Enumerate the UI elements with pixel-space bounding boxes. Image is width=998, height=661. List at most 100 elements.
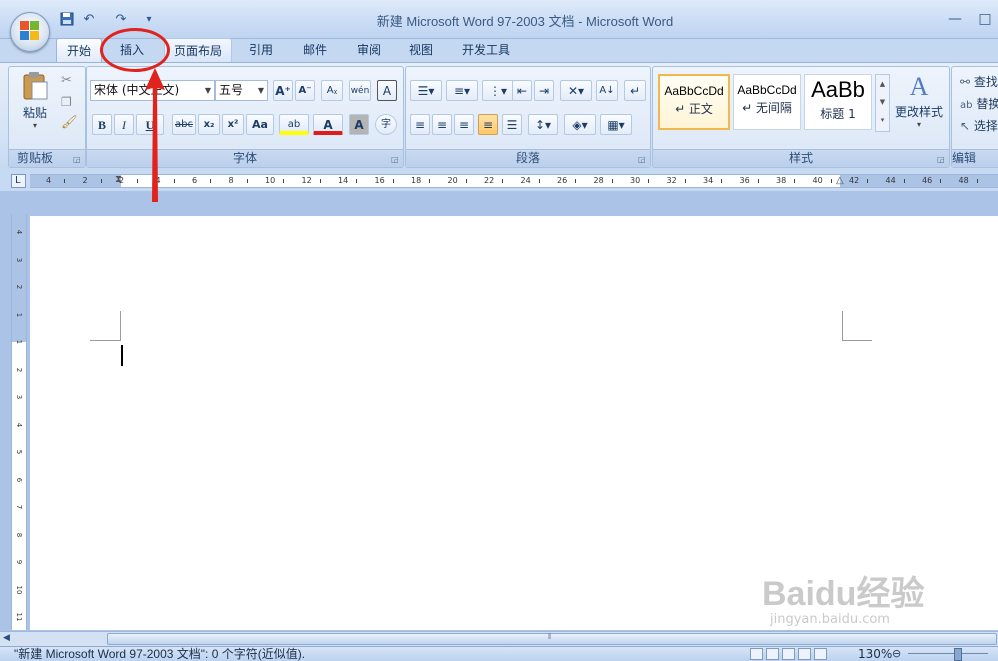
chinese-layout-icon[interactable]: ✕▾ [560,80,592,101]
scroll-thumb[interactable]: ⦀ [107,632,997,645]
style-sample: AaBbCcDd [737,83,797,97]
phonetic-guide-button[interactable]: wén [349,80,371,101]
ruler-label: 4 [46,176,52,185]
bold-button[interactable]: B [92,114,112,135]
multilevel-list-icon[interactable]: ⋮▾ [482,80,514,101]
ruler-tick [502,179,503,183]
superscript-button[interactable]: x² [222,114,244,135]
brush-icon[interactable]: 🖌 [61,115,78,130]
ruler-tick [392,179,394,183]
strikethrough-button[interactable]: abc [172,114,196,135]
vertical-ruler-label: 4 [15,229,23,235]
sort-icon[interactable]: A↓ [596,80,618,101]
align-right-icon[interactable]: ≡ [454,114,474,135]
ruler-tick [721,179,722,183]
clear-format-button[interactable]: Aᵪ [321,80,343,101]
grow-font-button[interactable]: A⁺ [273,80,293,101]
font-launcher-icon[interactable]: ◲ [391,155,400,164]
editing-group: ⚯ 查找 ab 替换 ↖ 选择 编辑 [951,66,998,168]
tab-mailings[interactable]: 邮件 [292,38,338,62]
char-shading-button[interactable]: A [349,114,369,135]
numbering-icon[interactable]: ≡▾ [446,80,478,101]
scroll-left-icon[interactable]: ◀ [3,633,10,643]
subscript-button[interactable]: x₂ [198,114,220,135]
outline-view-icon[interactable] [798,648,811,660]
font-size-combo[interactable]: 五号 ▼ [215,80,268,101]
tab-review[interactable]: 审阅 [346,38,392,62]
shrink-font-button[interactable]: A⁻ [295,80,315,101]
align-center-icon[interactable]: ≡ [432,114,452,135]
change-styles-button[interactable]: A 更改样式 ▾ [891,71,947,139]
zoom-out-icon[interactable]: ⊖ [892,647,901,661]
tab-page-layout[interactable]: 页面布局 [164,38,232,63]
full-screen-reading-icon[interactable] [766,648,779,660]
tab-stop-selector[interactable]: L [11,174,26,188]
right-indent-marker-icon[interactable]: △ [836,176,844,186]
horizontal-scrollbar[interactable]: ◀ ⦀ [0,631,998,647]
zoom-slider[interactable] [908,653,988,654]
select-button[interactable]: ↖ 选择 [960,117,998,134]
char-border-button[interactable]: A [377,80,397,101]
zoom-level[interactable]: 130% [858,647,892,661]
minimize-button[interactable]: — [945,12,965,28]
ruler-label: 16 [374,176,385,185]
vertical-ruler[interactable]: 4 3 2 1 1 2 3 4 5 6 7 8 9 10 11 [11,214,27,630]
zoom-slider-thumb[interactable] [954,648,962,661]
style-heading-1[interactable]: AaBb 标题 1 [804,74,872,130]
ruler-tick [319,179,321,183]
find-button[interactable]: ⚯ 查找 [960,73,998,90]
increase-indent-icon[interactable]: ⇥ [534,80,554,101]
highlight-button[interactable]: ab [279,114,309,135]
tab-references[interactable]: 引用 [238,38,284,62]
tab-developer[interactable]: 开发工具 [452,38,520,62]
cursor-icon: ↖ [960,119,971,133]
show-marks-icon[interactable]: ↵ [624,80,646,101]
clipboard-group: 粘贴 ▾ ✂ ❐ 🖌 剪贴板 ◲ [8,66,86,168]
shading-icon[interactable]: ◈▾ [564,114,596,135]
font-color-button[interactable]: A [313,114,343,135]
change-case-button[interactable]: Aa [246,114,274,135]
styles-launcher-icon[interactable]: ◲ [937,155,946,164]
tab-home[interactable]: 开始 [56,38,102,63]
vertical-ruler-label: 7 [15,504,23,510]
ruler-tick [757,179,759,183]
ruler-tick [867,179,868,183]
tab-view[interactable]: 视图 [398,38,444,62]
ruler-tick [64,179,65,183]
distributed-icon[interactable]: ☰ [502,114,522,135]
maximize-button[interactable]: □ [975,12,995,28]
draft-view-icon[interactable] [814,648,827,660]
print-layout-icon[interactable] [750,648,763,660]
web-layout-icon[interactable] [782,648,795,660]
ruler-label: 32 [666,176,677,185]
style-no-spacing[interactable]: AaBbCcDd ↵ 无间隔 [733,74,801,130]
scissors-icon[interactable]: ✂ [61,73,72,88]
justify-icon[interactable]: ≡ [478,114,498,135]
office-button[interactable] [10,12,50,52]
enclose-char-button[interactable]: 字 [375,114,397,135]
align-left-icon[interactable]: ≡ [410,114,430,135]
paragraph-launcher-icon[interactable]: ◲ [638,155,647,164]
ruler-label: 40 [812,176,823,185]
ruler-label: 36 [739,176,750,185]
decrease-indent-icon[interactable]: ⇤ [512,80,532,101]
replace-button[interactable]: ab 替换 [960,95,998,112]
paste-dropdown-icon[interactable]: ▾ [17,121,53,130]
style-normal[interactable]: AaBbCcDd ↵ 正文 [658,74,730,130]
bullets-icon[interactable]: ☰▾ [410,80,442,101]
borders-icon[interactable]: ▦▾ [600,114,632,135]
ruler-tick [538,179,540,183]
ruler-label: 42 [849,176,860,185]
copy-icon[interactable]: ❐ [61,95,72,109]
clipboard-launcher-icon[interactable]: ◲ [73,155,82,164]
find-label: 查找 [973,75,998,89]
styles-scroll[interactable]: ▲ ▼ ▾ [875,74,890,132]
replace-label: 替换 [976,97,998,111]
indent-marker-icon[interactable]: ⧗ [115,175,122,185]
horizontal-ruler[interactable]: 4 2 2 4 6 8 10 12 14 16 18 20 22 24 26 28 30 32 34 36 38 40 42… [30,174,998,188]
ruler-tick [684,179,686,183]
paste-button[interactable]: 粘贴 ▾ [17,71,53,137]
line-spacing-icon[interactable]: ↕▾ [528,114,558,135]
italic-button[interactable]: I [114,114,134,135]
font-group: 宋体 (中文正文) ▼ 五号 ▼ A⁺ A⁻ Aᵪ wén A B I U abc … [86,66,404,168]
